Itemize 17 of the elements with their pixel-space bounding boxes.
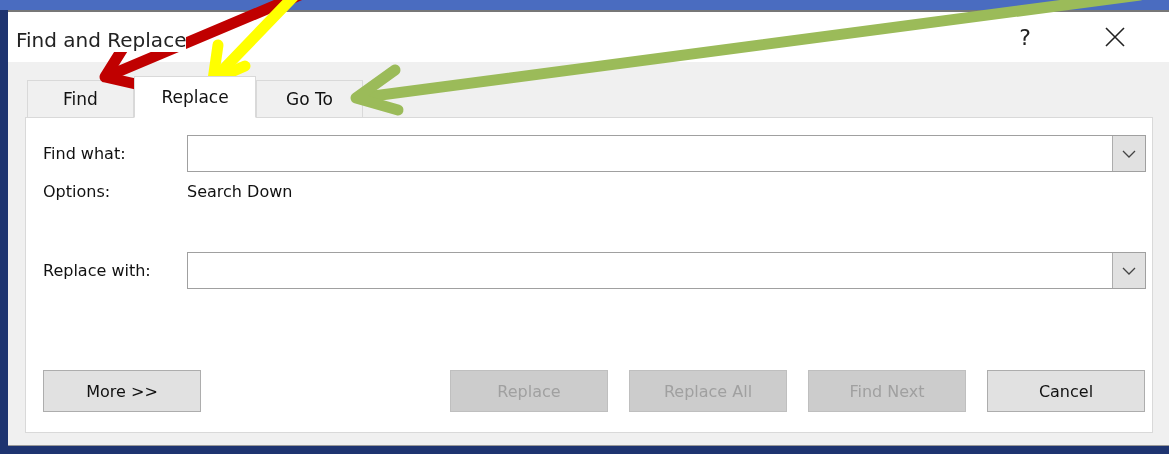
close-icon <box>1105 27 1125 47</box>
field-label: Replace with: <box>43 261 152 280</box>
dialog-button[interactable]: More >> <box>43 370 201 412</box>
dialog-button[interactable]: Cancel <box>987 370 1145 412</box>
field-label: Find what: <box>43 144 127 163</box>
dropdown-button[interactable] <box>1112 136 1145 171</box>
options-value: Search Down <box>187 182 293 201</box>
tab[interactable]: Replace <box>134 76 256 118</box>
replace-with-field[interactable] <box>187 252 1146 289</box>
chevron-down-icon <box>1122 149 1136 158</box>
options-label: Options: <box>43 182 112 201</box>
tab[interactable]: Find <box>27 80 134 117</box>
tab[interactable]: Go To <box>256 80 363 117</box>
find-what-field[interactable] <box>187 135 1146 172</box>
help-button[interactable]: ? <box>995 17 1055 57</box>
dropdown-button[interactable] <box>1112 253 1145 288</box>
chevron-down-icon <box>1122 266 1136 275</box>
